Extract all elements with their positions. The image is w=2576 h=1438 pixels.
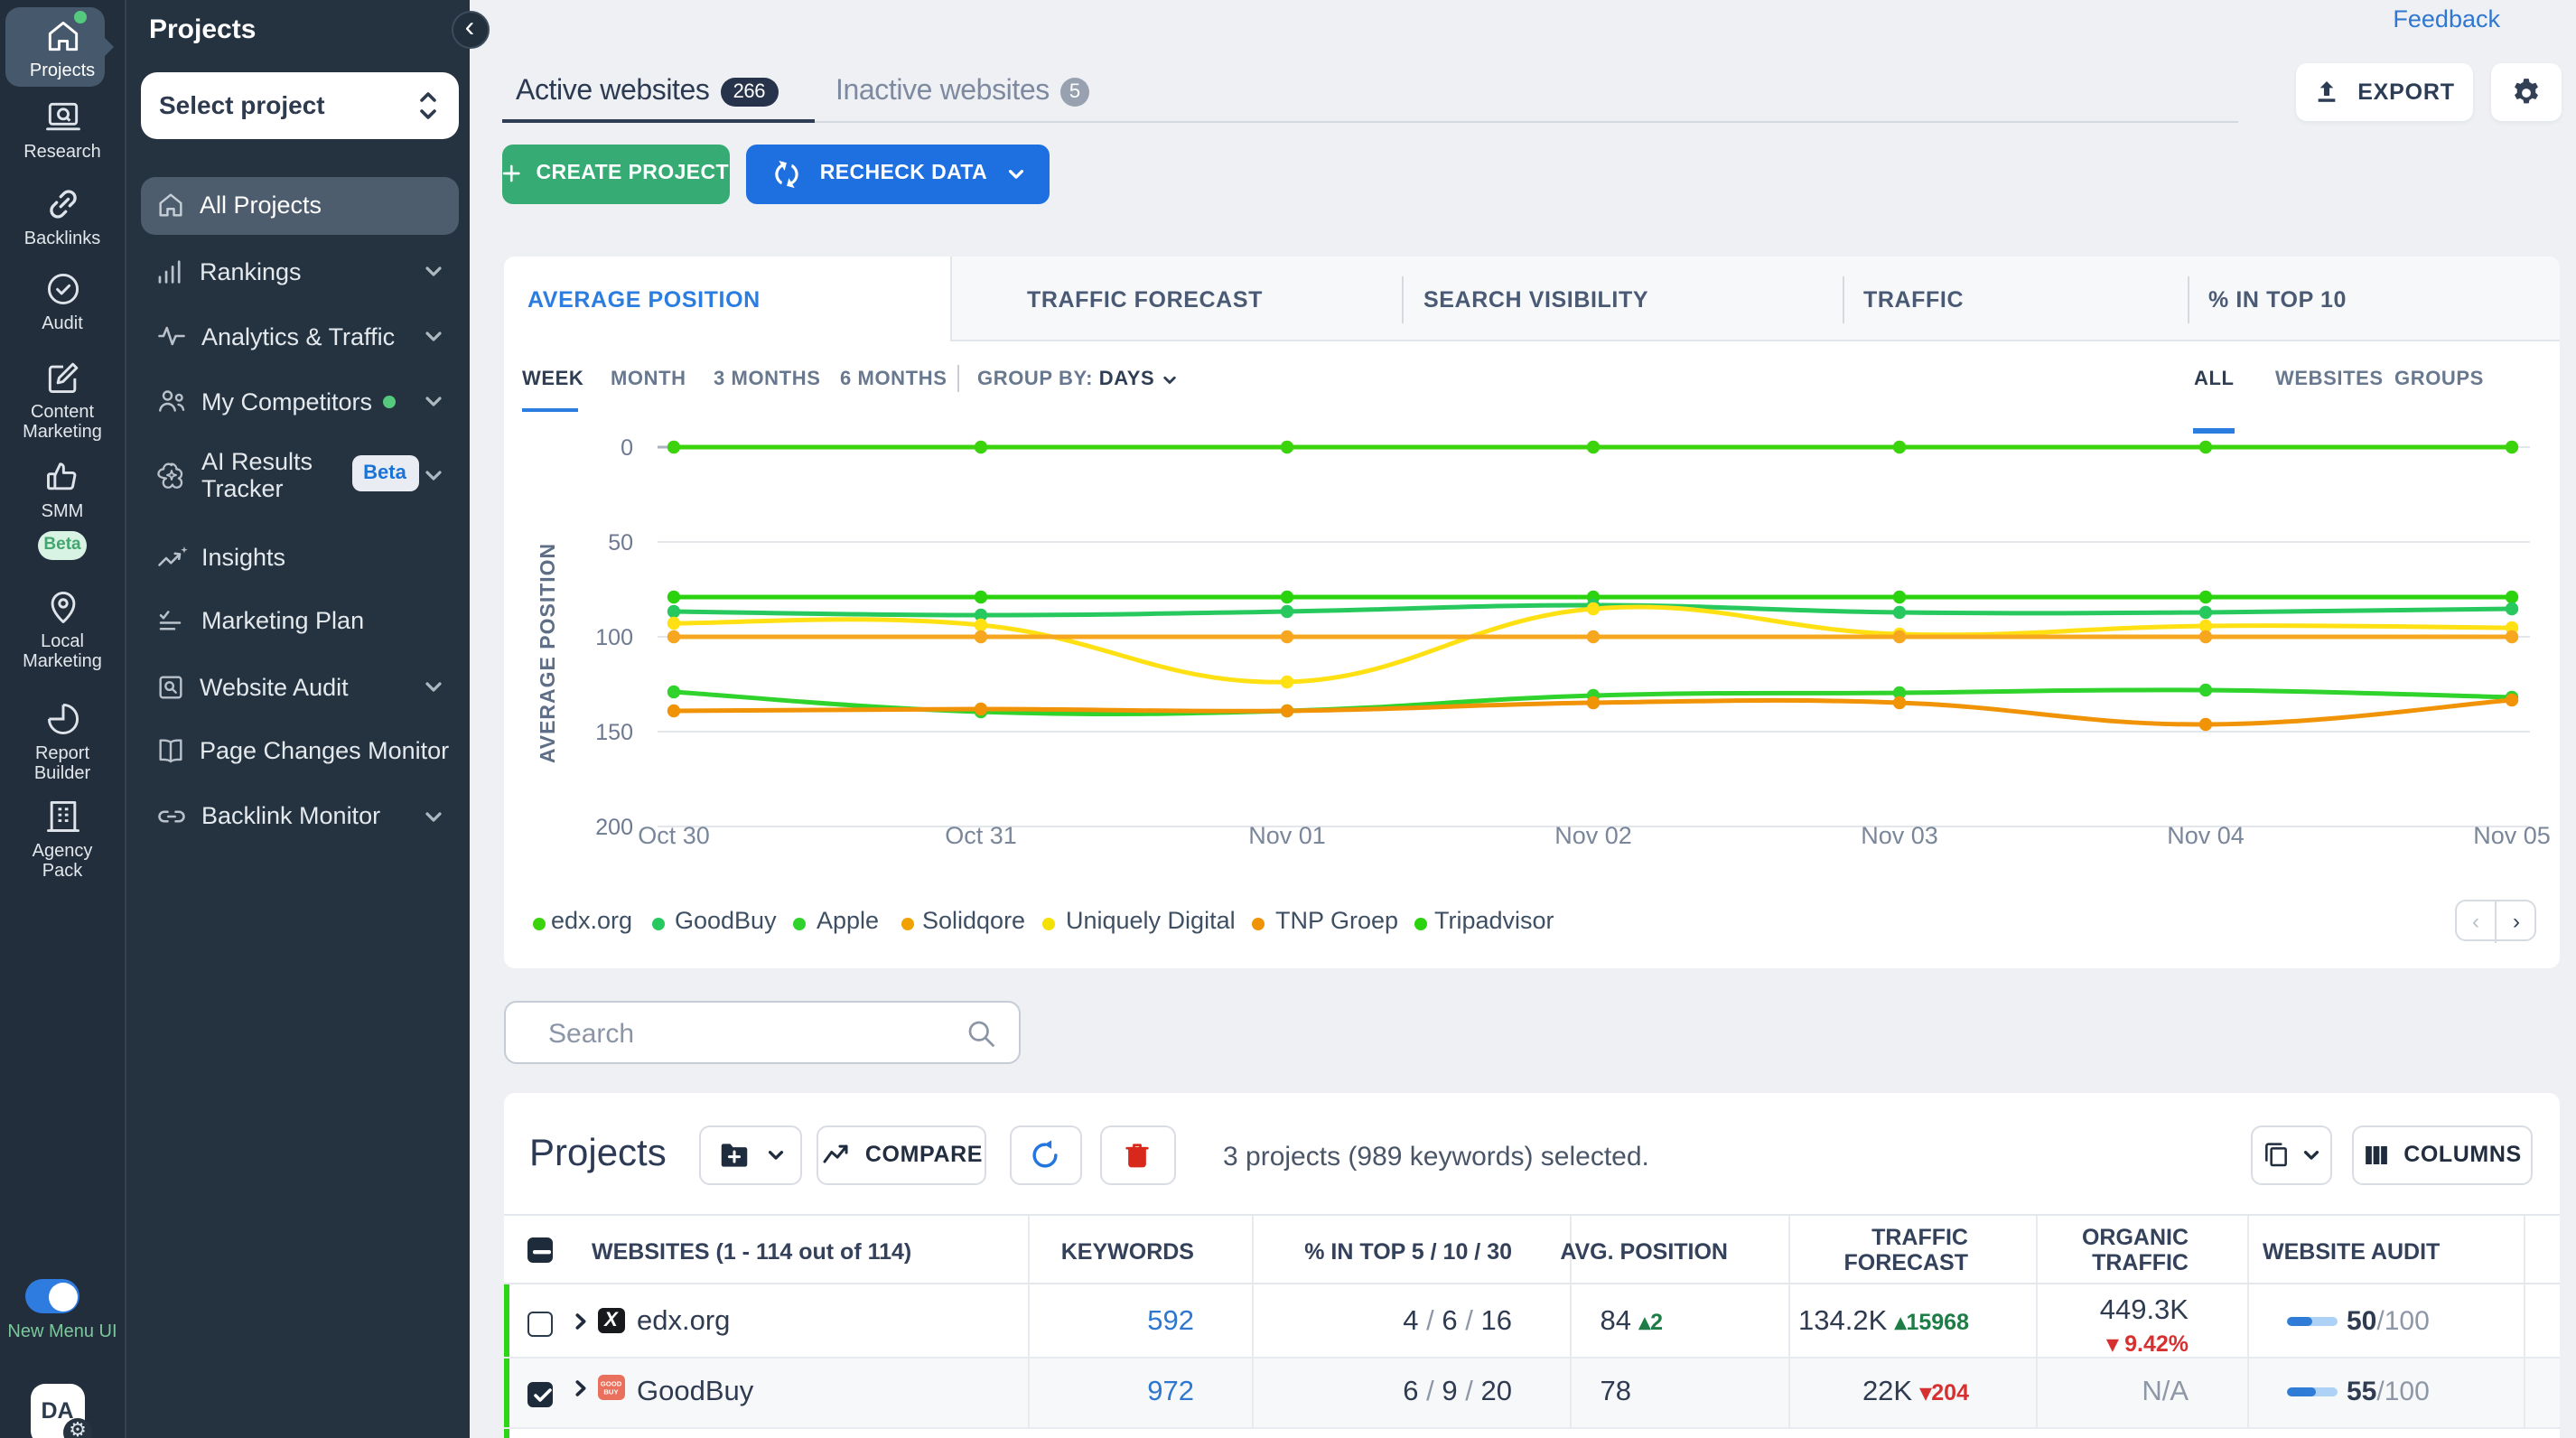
svg-text:Nov 02: Nov 02 — [1554, 821, 1631, 848]
svg-text:Oct 31: Oct 31 — [944, 821, 1016, 848]
svg-text:Nov 03: Nov 03 — [1860, 821, 1937, 848]
svg-text:Nov 01: Nov 01 — [1247, 821, 1325, 848]
svg-text:50: 50 — [607, 529, 632, 555]
svg-text:Nov 04: Nov 04 — [2166, 821, 2244, 848]
svg-text:0: 0 — [620, 434, 632, 460]
svg-text:GOOD: GOOD — [601, 1379, 622, 1387]
svg-text:Oct 30: Oct 30 — [637, 821, 709, 848]
svg-text:100: 100 — [594, 624, 632, 649]
svg-text:AVERAGE POSITION: AVERAGE POSITION — [535, 542, 558, 762]
svg-text:Nov 05: Nov 05 — [2472, 821, 2550, 848]
svg-text:200: 200 — [594, 814, 632, 839]
svg-text:150: 150 — [594, 719, 632, 744]
svg-text:BUY: BUY — [603, 1387, 619, 1395]
